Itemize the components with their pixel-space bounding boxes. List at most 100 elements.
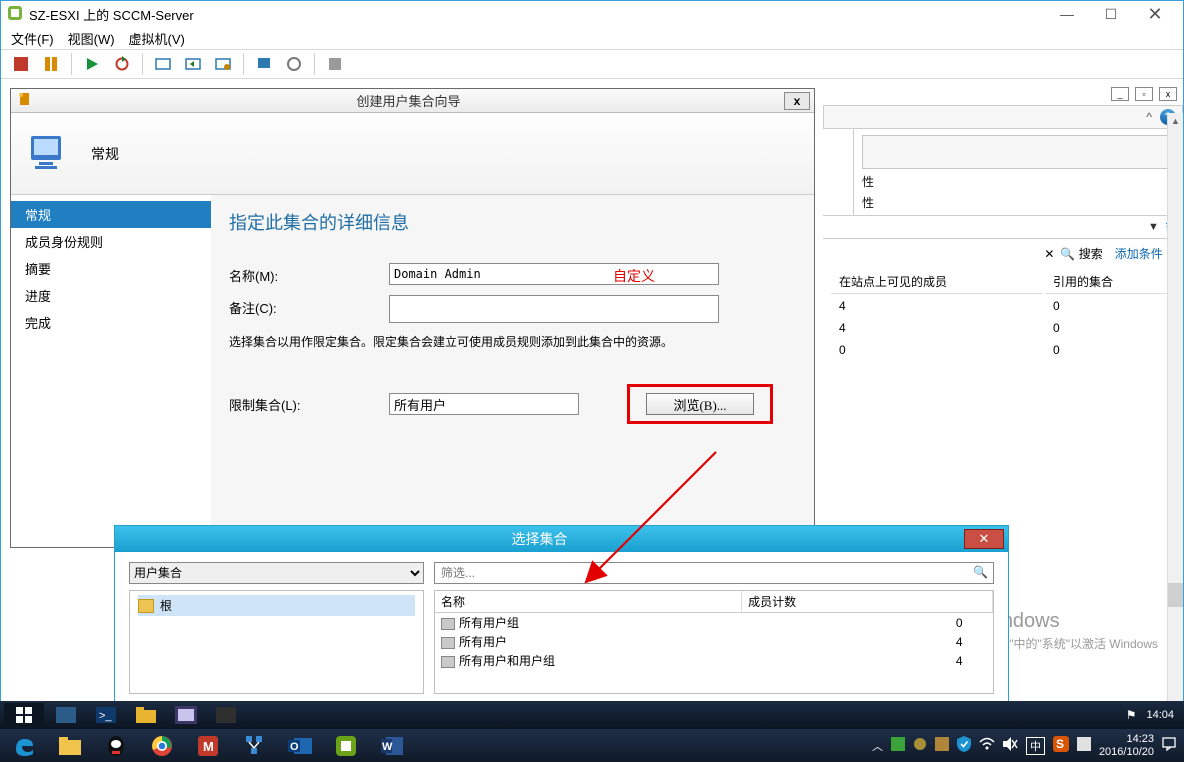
play-icon[interactable] bbox=[82, 54, 102, 74]
clear-search-button[interactable]: ✕ bbox=[1044, 247, 1054, 261]
ribbon-chevron-icon[interactable]: ^ bbox=[1146, 110, 1152, 124]
vsphere-menubar: 文件(F) 视图(W) 虚拟机(V) bbox=[1, 27, 1183, 49]
cdrom-icon[interactable] bbox=[284, 54, 304, 74]
guest-tray-flag-icon[interactable]: ⚑ bbox=[1126, 708, 1137, 722]
tray-note-icon[interactable] bbox=[1077, 737, 1091, 754]
select-collection-dialog: 选择集合 ✕ 用户集合 根 🔍 名称 bbox=[114, 525, 1009, 705]
tray-notifications-icon[interactable] bbox=[1162, 737, 1176, 754]
inner-window-buttons: _ ▫ x bbox=[823, 83, 1183, 105]
list-item[interactable]: 所有用户组0 bbox=[435, 613, 993, 633]
list-item[interactable]: 所有用户4 bbox=[435, 632, 993, 651]
host-qq-button[interactable] bbox=[94, 731, 138, 761]
inner-restore-button[interactable]: ▫ bbox=[1135, 87, 1153, 101]
svg-text:W: W bbox=[382, 741, 393, 753]
table-row[interactable]: 40 bbox=[831, 318, 1175, 338]
stop-icon[interactable] bbox=[11, 54, 31, 74]
snapshot-revert-icon[interactable] bbox=[183, 54, 203, 74]
nav-summary[interactable]: 摘要 bbox=[11, 255, 211, 282]
nav-progress[interactable]: 进度 bbox=[11, 282, 211, 309]
menu-file[interactable]: 文件(F) bbox=[11, 29, 54, 48]
maximize-button[interactable]: ☐ bbox=[1089, 2, 1133, 26]
guest-task-console[interactable] bbox=[208, 703, 244, 727]
wizard-nav: 常规 成员身份规则 摘要 进度 完成 bbox=[11, 195, 211, 547]
menu-vm[interactable]: 虚拟机(V) bbox=[129, 29, 185, 48]
inner-minimize-button[interactable]: _ bbox=[1111, 87, 1129, 101]
dropdown-icon[interactable]: ▼ bbox=[1148, 221, 1159, 233]
nav-membership[interactable]: 成员身份规则 bbox=[11, 228, 211, 255]
vsphere-toolbar bbox=[1, 49, 1183, 79]
guest-start-button[interactable] bbox=[4, 703, 44, 727]
wizard-content: 指定此集合的详细信息 名称(M): 自定义 备注(C): 选择集合以用作限定集合… bbox=[211, 195, 814, 547]
tray-app-icon[interactable] bbox=[891, 737, 905, 754]
host-edge-button[interactable] bbox=[2, 731, 46, 761]
search-button[interactable]: 🔍 搜索 bbox=[1060, 245, 1102, 262]
tray-app-icon-2[interactable] bbox=[913, 737, 927, 754]
minimize-button[interactable]: — bbox=[1045, 2, 1089, 26]
add-condition-link[interactable]: 添加条件 ▼ bbox=[1115, 245, 1175, 262]
host-explorer-button[interactable] bbox=[48, 731, 92, 761]
collection-list: 名称 成员计数 所有用户组0 所有用户4 所有用户和用户组4 bbox=[434, 590, 994, 694]
restart-icon[interactable] bbox=[112, 54, 132, 74]
col-referenced[interactable]: 引用的集合 bbox=[1045, 270, 1175, 294]
tree-root-label: 根 bbox=[160, 597, 172, 614]
guest-task-powershell[interactable]: >_ bbox=[88, 703, 124, 727]
search-row: ▼ ↻ bbox=[823, 215, 1183, 239]
collection-icon bbox=[441, 637, 455, 649]
col-count[interactable]: 成员计数 bbox=[742, 591, 993, 613]
inner-close-button[interactable]: x bbox=[1159, 87, 1177, 101]
host-word-button[interactable]: W bbox=[370, 731, 414, 761]
selcoll-title: 选择集合 bbox=[115, 529, 964, 549]
pause-icon[interactable] bbox=[41, 54, 61, 74]
collection-tree[interactable]: 根 bbox=[129, 590, 424, 694]
filter-input[interactable] bbox=[434, 562, 994, 584]
tray-sogou-icon[interactable]: S bbox=[1053, 736, 1069, 755]
content-title: 指定此集合的详细信息 bbox=[229, 209, 796, 235]
limit-input bbox=[389, 393, 579, 415]
menu-view[interactable]: 视图(W) bbox=[68, 29, 115, 48]
host-outlook-button[interactable]: O bbox=[278, 731, 322, 761]
name-input[interactable] bbox=[389, 263, 719, 285]
browse-button[interactable]: 浏览(B)... bbox=[646, 393, 754, 415]
vsphere-titlebar: SZ-ESXI 上的 SCCM-Server — ☐ ✕ bbox=[1, 1, 1183, 27]
comment-input[interactable] bbox=[389, 295, 719, 323]
wizard-header-label: 常规 bbox=[91, 144, 119, 164]
host-chrome-button[interactable] bbox=[140, 731, 184, 761]
hint-text: 选择集合以用作限定集合。限定集合会建立可使用成员规则添加到此集合中的资源。 bbox=[229, 333, 796, 350]
guest-task-explorer[interactable] bbox=[128, 703, 164, 727]
table-row[interactable]: 40 bbox=[831, 296, 1175, 316]
search-icon[interactable]: 🔍 bbox=[973, 565, 988, 579]
tray-volume-icon[interactable] bbox=[1003, 737, 1018, 754]
selcoll-close-button[interactable]: ✕ bbox=[964, 529, 1004, 549]
scroll-up-icon[interactable]: ▲ bbox=[1168, 113, 1183, 129]
tree-root-item[interactable]: 根 bbox=[138, 595, 415, 616]
scrollbar[interactable]: ▲ bbox=[1167, 113, 1183, 701]
col-name[interactable]: 名称 bbox=[435, 591, 742, 613]
guest-clock[interactable]: 14:04 bbox=[1146, 709, 1174, 721]
guest-task-sccm[interactable] bbox=[168, 703, 204, 727]
collection-type-select[interactable]: 用户集合 bbox=[129, 562, 424, 584]
tray-ime-label[interactable]: 中 bbox=[1026, 737, 1045, 755]
snapshot-manage-icon[interactable] bbox=[213, 54, 233, 74]
table-row[interactable]: 00 bbox=[831, 340, 1175, 360]
tray-chevron-icon[interactable]: ︿ bbox=[872, 738, 883, 754]
tray-wifi-icon[interactable] bbox=[979, 737, 995, 754]
host-app-red[interactable]: M bbox=[186, 731, 230, 761]
console-icon[interactable] bbox=[254, 54, 274, 74]
floppy-icon[interactable] bbox=[325, 54, 345, 74]
guest-task-servermanager[interactable] bbox=[48, 703, 84, 727]
wizard-close-button[interactable]: x bbox=[784, 92, 810, 110]
host-clock[interactable]: 14:23 2016/10/20 bbox=[1099, 733, 1154, 759]
snapshot-icon[interactable] bbox=[153, 54, 173, 74]
tray-shield-icon[interactable] bbox=[957, 736, 971, 755]
tray-app-icon-3[interactable] bbox=[935, 737, 949, 754]
browse-highlight: 浏览(B)... bbox=[627, 384, 773, 424]
host-vsphere-button[interactable] bbox=[324, 731, 368, 761]
list-item[interactable]: 所有用户和用户组4 bbox=[435, 651, 993, 670]
close-button[interactable]: ✕ bbox=[1133, 2, 1177, 26]
comment-label: 备注(C): bbox=[229, 295, 389, 317]
wizard-header: 常规 bbox=[11, 113, 814, 195]
col-visible-members[interactable]: 在站点上可见的成员 bbox=[831, 270, 1043, 294]
host-app-network[interactable] bbox=[232, 731, 276, 761]
nav-complete[interactable]: 完成 bbox=[11, 309, 211, 336]
nav-general[interactable]: 常规 bbox=[11, 201, 211, 228]
